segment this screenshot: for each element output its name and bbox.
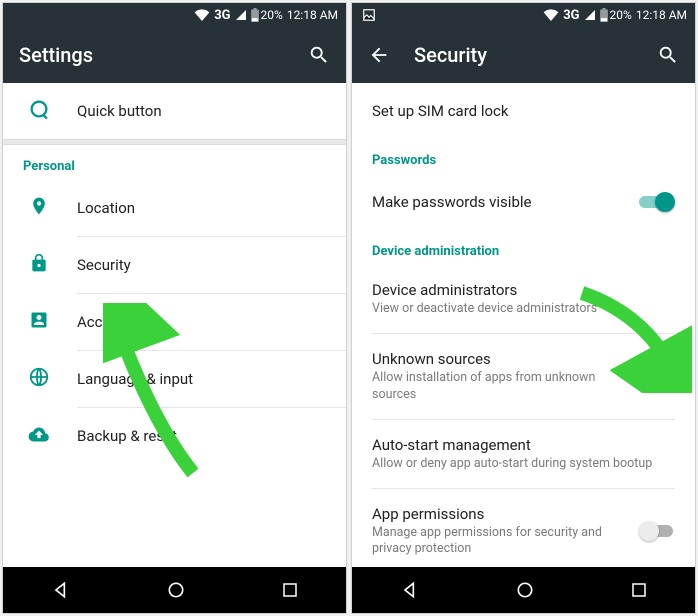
device-admins-title: Device administrators (372, 281, 675, 299)
recents-nav-icon[interactable] (281, 581, 299, 599)
section-device-admin: Device administration (352, 230, 695, 265)
row-sim-lock[interactable]: Set up SIM card lock (352, 83, 695, 139)
search-icon[interactable] (308, 44, 330, 66)
home-nav-icon[interactable] (166, 580, 186, 600)
make-pw-visible-toggle[interactable] (639, 192, 675, 212)
status-bar: 3G 20% 12:18 AM (352, 3, 695, 27)
accounts-label: Accounts (77, 313, 326, 331)
settings-screen: 3G 20% 12:18 AM Settings Quick button Pe… (2, 2, 347, 614)
row-quick-button[interactable]: Quick button (3, 83, 346, 139)
home-nav-icon[interactable] (515, 580, 535, 600)
app-bar: Security (352, 27, 695, 83)
section-passwords: Passwords (352, 139, 695, 174)
section-personal: Personal (3, 145, 346, 180)
lock-icon (23, 252, 55, 278)
screenshot-icon (362, 8, 376, 22)
auto-start-sub: Allow or deny app auto-start during syst… (372, 456, 675, 472)
quick-button-label: Quick button (77, 102, 326, 120)
unknown-sources-title: Unknown sources (372, 350, 639, 368)
nav-bar (3, 567, 346, 613)
device-admins-sub: View or deactivate device administrators (372, 301, 675, 317)
app-permissions-sub: Manage app permissions for security and … (372, 525, 639, 558)
sim-lock-label: Set up SIM card lock (372, 102, 675, 120)
signal-icon (235, 9, 247, 21)
back-nav-icon[interactable] (400, 580, 420, 600)
location-icon (23, 194, 55, 222)
row-auto-start[interactable]: Auto-start management Allow or deny app … (352, 420, 695, 488)
row-app-permissions[interactable]: App permissions Manage app permissions f… (352, 489, 695, 567)
network-label: 3G (214, 8, 230, 23)
page-title: Settings (19, 43, 93, 67)
location-label: Location (77, 199, 326, 217)
network-label: 3G (563, 8, 579, 23)
row-location[interactable]: Location (3, 180, 346, 236)
app-permissions-toggle[interactable] (639, 521, 675, 541)
backup-label: Backup & reset (77, 427, 326, 445)
battery-icon (600, 8, 608, 22)
wifi-icon (194, 9, 210, 21)
app-permissions-title: App permissions (372, 505, 639, 523)
app-bar: Settings (3, 27, 346, 83)
wifi-icon (543, 9, 559, 21)
row-security[interactable]: Security (3, 237, 346, 293)
row-make-pw-visible[interactable]: Make passwords visible (352, 174, 695, 230)
signal-icon (584, 9, 596, 21)
row-unknown-sources[interactable]: Unknown sources Allow installation of ap… (352, 334, 695, 419)
status-bar: 3G 20% 12:18 AM (3, 3, 346, 27)
battery-percent: 20% (261, 8, 283, 22)
security-screen: 3G 20% 12:18 AM Security Set up SIM card… (351, 2, 696, 614)
search-icon[interactable] (657, 44, 679, 66)
quick-button-icon (23, 98, 55, 124)
settings-list: Quick button Personal Location Security … (3, 83, 346, 567)
back-nav-icon[interactable] (51, 580, 71, 600)
clock: 12:18 AM (636, 8, 687, 22)
clock: 12:18 AM (287, 8, 338, 22)
language-label: Language & input (77, 370, 326, 388)
row-backup[interactable]: Backup & reset (3, 408, 346, 464)
make-pw-visible-label: Make passwords visible (372, 193, 639, 211)
nav-bar (352, 567, 695, 613)
security-label: Security (77, 256, 326, 274)
unknown-sources-toggle[interactable] (639, 367, 675, 387)
page-title: Security (414, 43, 487, 67)
back-icon[interactable] (368, 44, 390, 66)
security-list: Set up SIM card lock Passwords Make pass… (352, 83, 695, 567)
globe-icon (23, 366, 55, 392)
row-language[interactable]: Language & input (3, 351, 346, 407)
backup-icon (23, 424, 55, 448)
recents-nav-icon[interactable] (630, 581, 648, 599)
accounts-icon (23, 310, 55, 334)
battery-icon (251, 8, 259, 22)
battery-percent: 20% (610, 8, 632, 22)
row-device-admins[interactable]: Device administrators View or deactivate… (352, 265, 695, 333)
auto-start-title: Auto-start management (372, 436, 675, 454)
row-accounts[interactable]: Accounts (3, 294, 346, 350)
unknown-sources-sub: Allow installation of apps from unknown … (372, 370, 639, 403)
